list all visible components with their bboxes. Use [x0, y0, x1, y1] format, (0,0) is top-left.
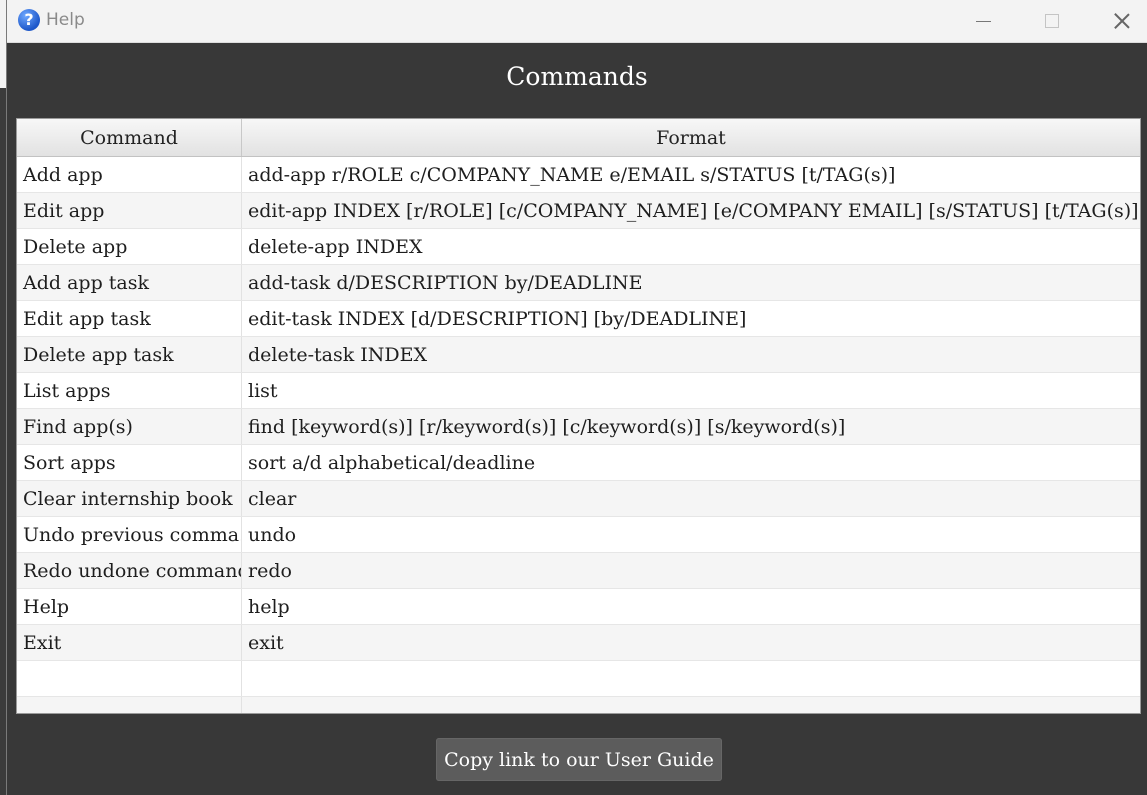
- format-cell: sort a/d alphabetical/deadline: [248, 451, 536, 474]
- copy-user-guide-link-button[interactable]: Copy link to our User Guide: [436, 738, 722, 781]
- table-row[interactable]: Exit exit: [17, 625, 1140, 661]
- table-row[interactable]: Delete app delete-app INDEX: [17, 229, 1140, 265]
- maximize-icon: [1045, 14, 1059, 28]
- table-row[interactable]: Add app task add-task d/DESCRIPTION by/DE…: [17, 265, 1140, 301]
- format-cell: [242, 661, 1140, 696]
- table-row[interactable]: Sort apps sort a/d alphabetical/deadline: [17, 445, 1140, 481]
- table-row[interactable]: Clear internship book clear: [17, 481, 1140, 517]
- commands-table[interactable]: Command Format Add app add-app r/ROLE c/C…: [16, 118, 1141, 714]
- command-cell: Add app task: [17, 265, 242, 300]
- format-cell: find [keyword(s)] [r/keyword(s)] [c/keyw…: [248, 415, 846, 438]
- format-cell: add-app r/ROLE c/COMPANY_NAME e/EMAIL s/…: [248, 163, 896, 186]
- table-row[interactable]: Find app(s) find [keyword(s)] [r/keyword(…: [17, 409, 1140, 445]
- format-cell: delete-app INDEX: [248, 235, 423, 258]
- minimize-icon: [975, 20, 991, 22]
- page-title: Commands: [506, 62, 648, 91]
- command-cell: Delete app: [17, 229, 242, 264]
- window-title: Help: [46, 10, 85, 30]
- table-row[interactable]: Delete app task delete-task INDEX: [17, 337, 1140, 373]
- table-header: Command Format: [17, 119, 1140, 157]
- command-cell: Add app: [17, 157, 242, 192]
- table-body: Add app add-app r/ROLE c/COMPANY_NAME e/E…: [17, 157, 1140, 713]
- column-header-format[interactable]: Format: [242, 119, 1140, 156]
- format-cell: clear: [248, 487, 297, 510]
- question-icon: ?: [18, 9, 40, 31]
- command-cell: List apps: [17, 373, 242, 408]
- table-row[interactable]: Help help: [17, 589, 1140, 625]
- format-cell: redo: [248, 559, 292, 582]
- command-cell: Redo undone command: [17, 553, 242, 588]
- table-row[interactable]: [17, 697, 1140, 713]
- table-row[interactable]: Redo undone command redo: [17, 553, 1140, 589]
- table-row[interactable]: Add app add-app r/ROLE c/COMPANY_NAME e/E…: [17, 157, 1140, 193]
- format-cell: edit-task INDEX [d/DESCRIPTION] [by/DEAD…: [248, 307, 747, 330]
- command-cell: Exit: [17, 625, 242, 660]
- command-cell: Undo previous comma...: [17, 517, 242, 552]
- format-cell: add-task d/DESCRIPTION by/DEADLINE: [248, 271, 643, 294]
- table-row[interactable]: List apps list: [17, 373, 1140, 409]
- table-row[interactable]: [17, 661, 1140, 697]
- command-cell: Find app(s): [17, 409, 242, 444]
- command-cell: Sort apps: [17, 445, 242, 480]
- command-cell: Edit app task: [17, 301, 242, 336]
- format-cell: delete-task INDEX: [248, 343, 428, 366]
- table-row[interactable]: Edit app task edit-task INDEX [d/DESCRIPT…: [17, 301, 1140, 337]
- format-cell: help: [248, 595, 290, 618]
- minimize-button[interactable]: [953, 0, 1013, 42]
- command-cell: Help: [17, 589, 242, 624]
- help-window: ? Help Commands Command Format Add app ad…: [6, 0, 1147, 795]
- format-cell: undo: [248, 523, 297, 546]
- close-button[interactable]: [1092, 0, 1147, 42]
- command-cell: Clear internship book: [17, 481, 242, 516]
- table-row[interactable]: Edit app edit-app INDEX [r/ROLE] [c/COMPA…: [17, 193, 1140, 229]
- title-bar[interactable]: ? Help: [7, 0, 1147, 43]
- format-cell: [242, 697, 1140, 713]
- maximize-button[interactable]: [1022, 0, 1082, 42]
- column-header-command[interactable]: Command: [17, 119, 242, 156]
- format-cell: list: [248, 379, 278, 402]
- format-cell: exit: [248, 631, 284, 654]
- command-cell: Edit app: [17, 193, 242, 228]
- table-row[interactable]: Undo previous comma... undo: [17, 517, 1140, 553]
- command-cell: [17, 697, 242, 713]
- format-cell: edit-app INDEX [r/ROLE] [c/COMPANY_NAME]…: [248, 199, 1139, 222]
- command-cell: [17, 661, 242, 696]
- command-cell: Delete app task: [17, 337, 242, 372]
- close-icon: [1114, 13, 1130, 29]
